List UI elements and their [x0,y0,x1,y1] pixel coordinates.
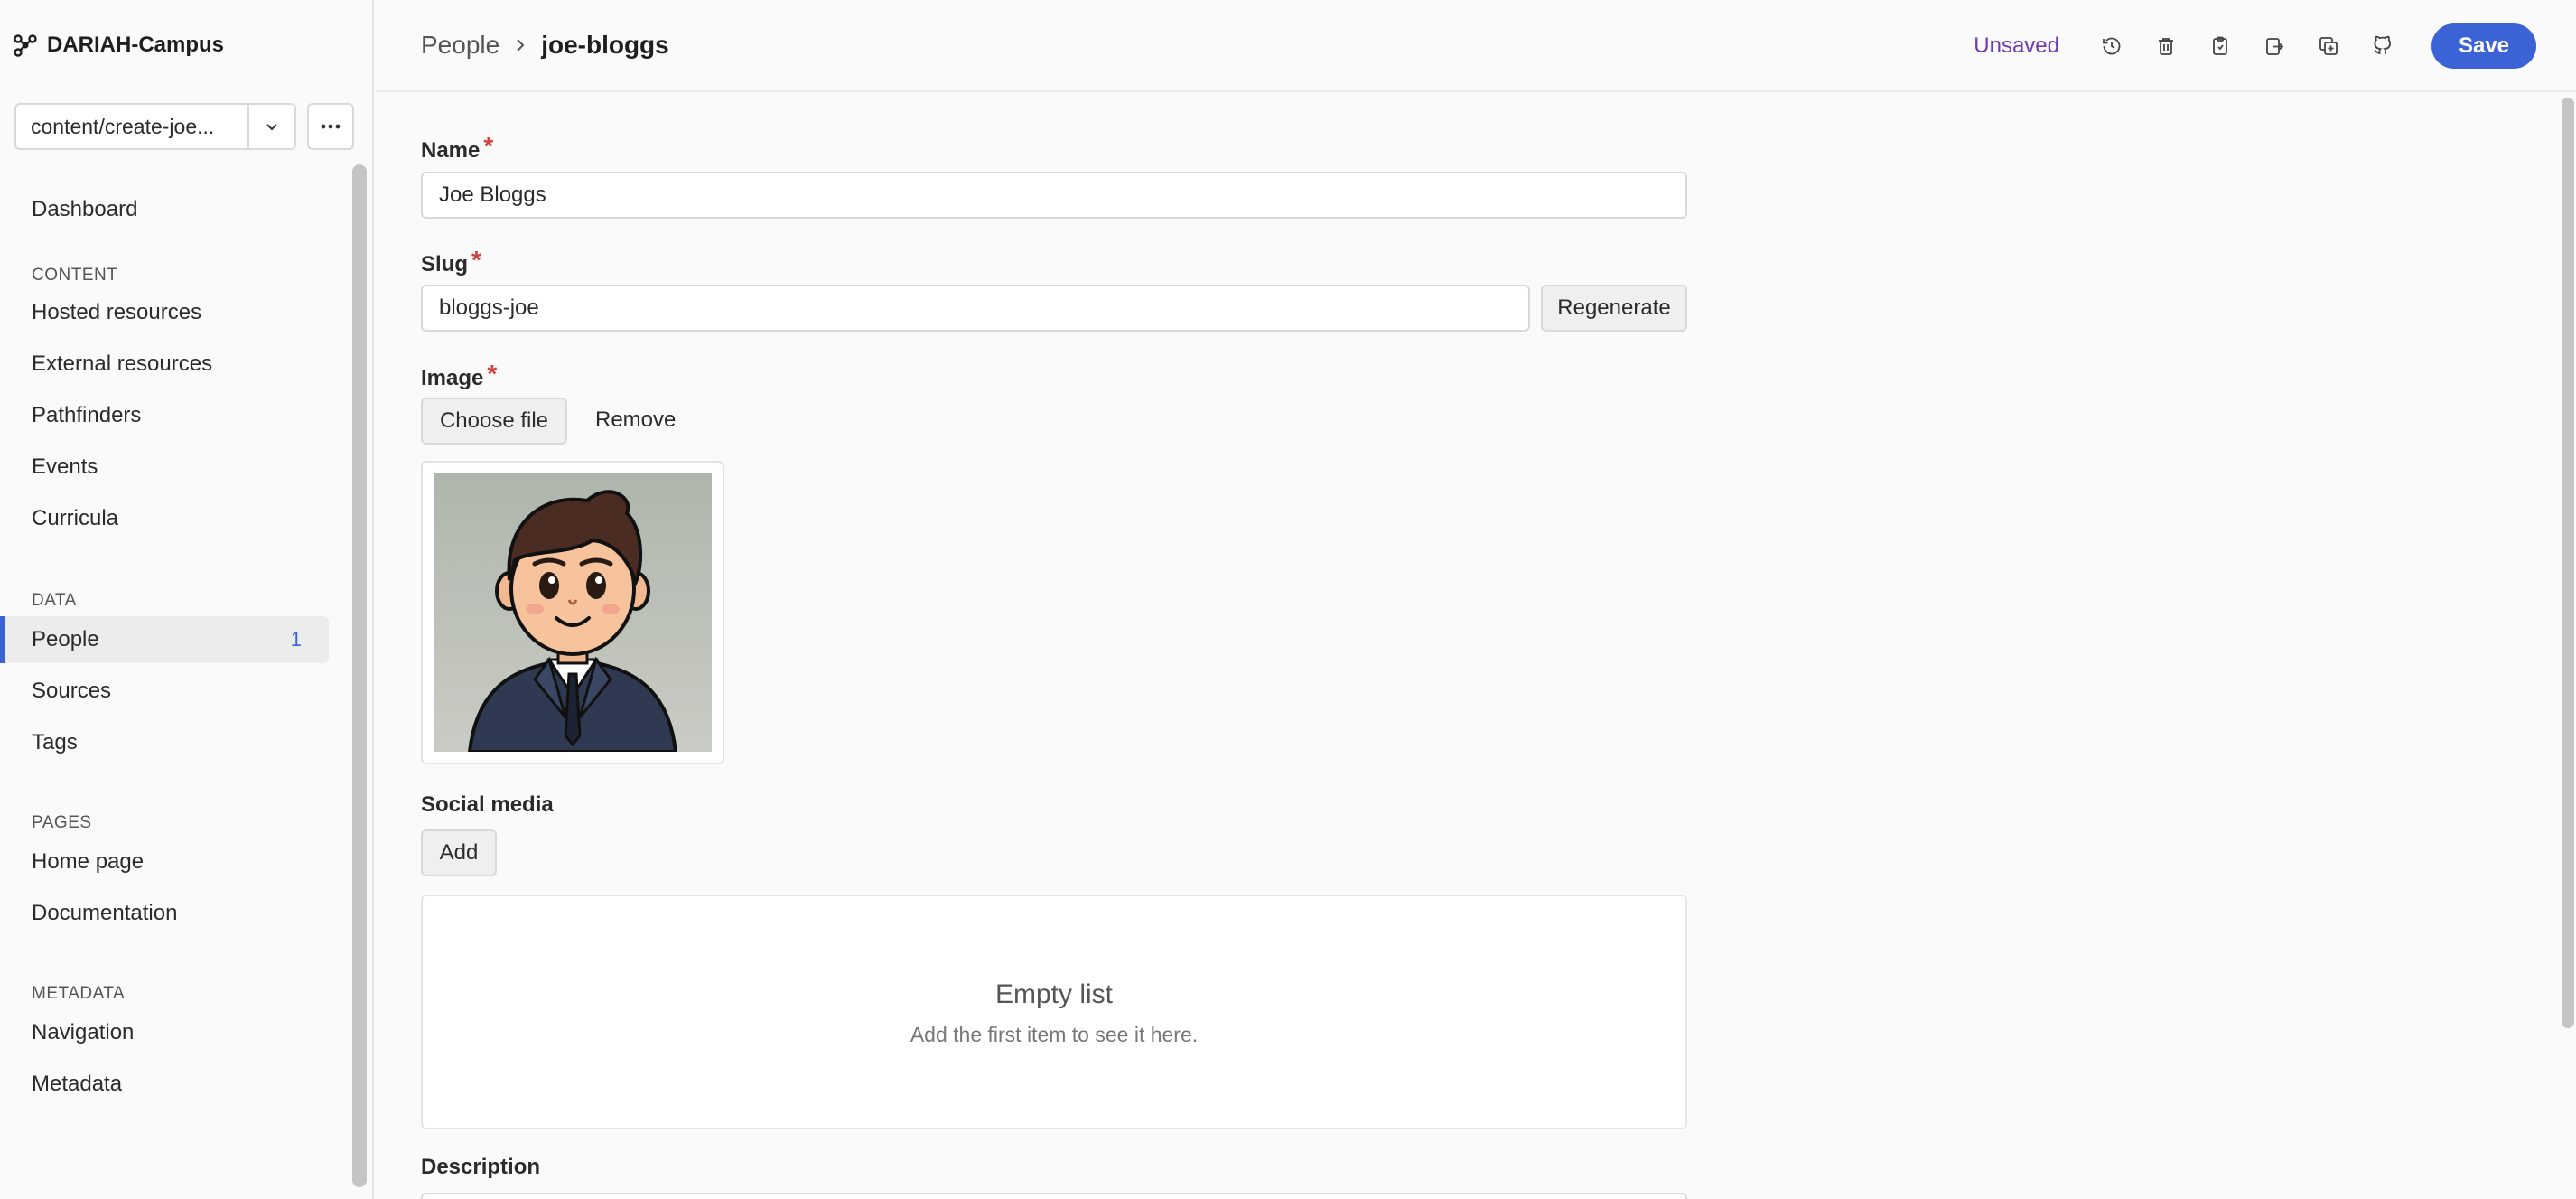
nav-heading-pages: PAGES [32,813,92,832]
chevron-down-icon[interactable] [247,105,294,148]
empty-list-hint: Add the first item to see it here. [910,1023,1199,1046]
breadcrumb-current: joe-bloggs [541,31,669,59]
slug-field[interactable]: bloggs-joe [421,285,1530,332]
name-label: Name * [421,132,493,164]
sidebar-item-external-resources[interactable]: External resources [0,341,341,388]
logo-icon [14,34,37,57]
nav-heading-metadata: METADATA [32,984,126,1003]
slug-label-text: Slug [421,252,468,276]
nav-heading-content: CONTENT [32,266,118,285]
app-name: DARIAH-Campus [47,33,225,57]
empty-list-title: Empty list [994,979,1114,1009]
nav-heading-data: DATA [32,591,77,610]
sidebar-item-navigation[interactable]: Navigation [0,1009,341,1056]
copy-button[interactable] [2193,23,2247,69]
breadcrumb: People joe-bloggs [421,27,669,63]
brand[interactable]: DARIAH-Campus [13,29,224,61]
branch-label: content/create-joe... [31,115,215,138]
sidebar-item-people[interactable]: People 1 [0,616,329,663]
description-label: Description [421,1155,541,1179]
duplicate-icon [2319,37,2338,55]
slug-label: Slug * [421,246,481,277]
image-label: Image * [421,360,497,391]
clipboard-icon [2213,36,2227,55]
sidebar-item-metadata[interactable]: Metadata [0,1061,341,1108]
app-window: DARIAH-Campus content/create-joe... Dash… [0,0,2576,1199]
duplicate-button[interactable] [2301,23,2356,69]
required-indicator: * [471,246,481,274]
sidebar-item-tags[interactable]: Tags [0,719,341,766]
breadcrumb-parent[interactable]: People [421,31,499,60]
count-badge: 1 [290,628,302,651]
sidebar-item-home-page[interactable]: Home page [0,838,341,885]
sidebar-nav: Dashboard CONTENT Hosted resources Exter… [0,163,341,1108]
sidebar-scrollbar[interactable] [352,164,367,1187]
more-options-button[interactable] [307,103,354,150]
delete-button[interactable] [2139,23,2193,69]
branch-controls: content/create-joe... [14,103,354,150]
ellipsis-icon [321,124,341,129]
main-scrollbar[interactable] [2562,98,2574,1028]
sidebar-item-dashboard[interactable]: Dashboard [0,186,341,233]
sidebar-item-events[interactable]: Events [0,444,341,491]
toolbar: Unsaved Save [1974,23,2536,69]
social-media-label: Social media [421,792,554,817]
history-button[interactable] [2085,23,2139,69]
required-indicator: * [487,360,498,388]
branch-selector[interactable]: content/create-joe... [14,103,296,150]
sidebar: DARIAH-Campus content/create-joe... Dash… [0,0,374,1199]
remove-image-button[interactable]: Remove [595,407,676,433]
choose-file-button[interactable]: Choose file [421,398,567,445]
add-social-button[interactable]: Add [421,829,497,876]
required-indicator: * [483,132,494,160]
description-editor[interactable] [421,1193,1687,1199]
export-icon [2266,38,2284,55]
sidebar-item-hosted-resources[interactable]: Hosted resources [0,289,341,336]
image-preview [421,461,724,764]
trash-icon [2159,38,2173,55]
export-button[interactable] [2247,23,2301,69]
regenerate-button[interactable]: Regenerate [1541,285,1687,332]
history-icon [2103,37,2121,55]
name-label-text: Name [421,138,481,163]
image-label-text: Image [421,366,484,390]
sidebar-item-label: People [32,627,99,651]
unsaved-status: Unsaved [1974,33,2059,58]
avatar-image [434,473,712,752]
name-field[interactable]: Joe Bloggs [421,172,1687,219]
sidebar-item-documentation[interactable]: Documentation [0,890,341,937]
top-bar: People joe-bloggs Unsaved Save [376,0,2576,92]
editor-form: Name * Joe Bloggs Slug * bloggs-joe Regene… [376,92,2576,1199]
sidebar-item-sources[interactable]: Sources [0,668,341,715]
github-button[interactable] [2356,23,2410,69]
social-media-list: Empty list Add the first item to see it … [421,895,1687,1129]
github-icon [2374,35,2392,54]
sidebar-item-pathfinders[interactable]: Pathfinders [0,392,341,439]
save-button[interactable]: Save [2431,23,2536,69]
chevron-right-icon [517,39,525,52]
sidebar-item-curricula[interactable]: Curricula [0,495,341,542]
